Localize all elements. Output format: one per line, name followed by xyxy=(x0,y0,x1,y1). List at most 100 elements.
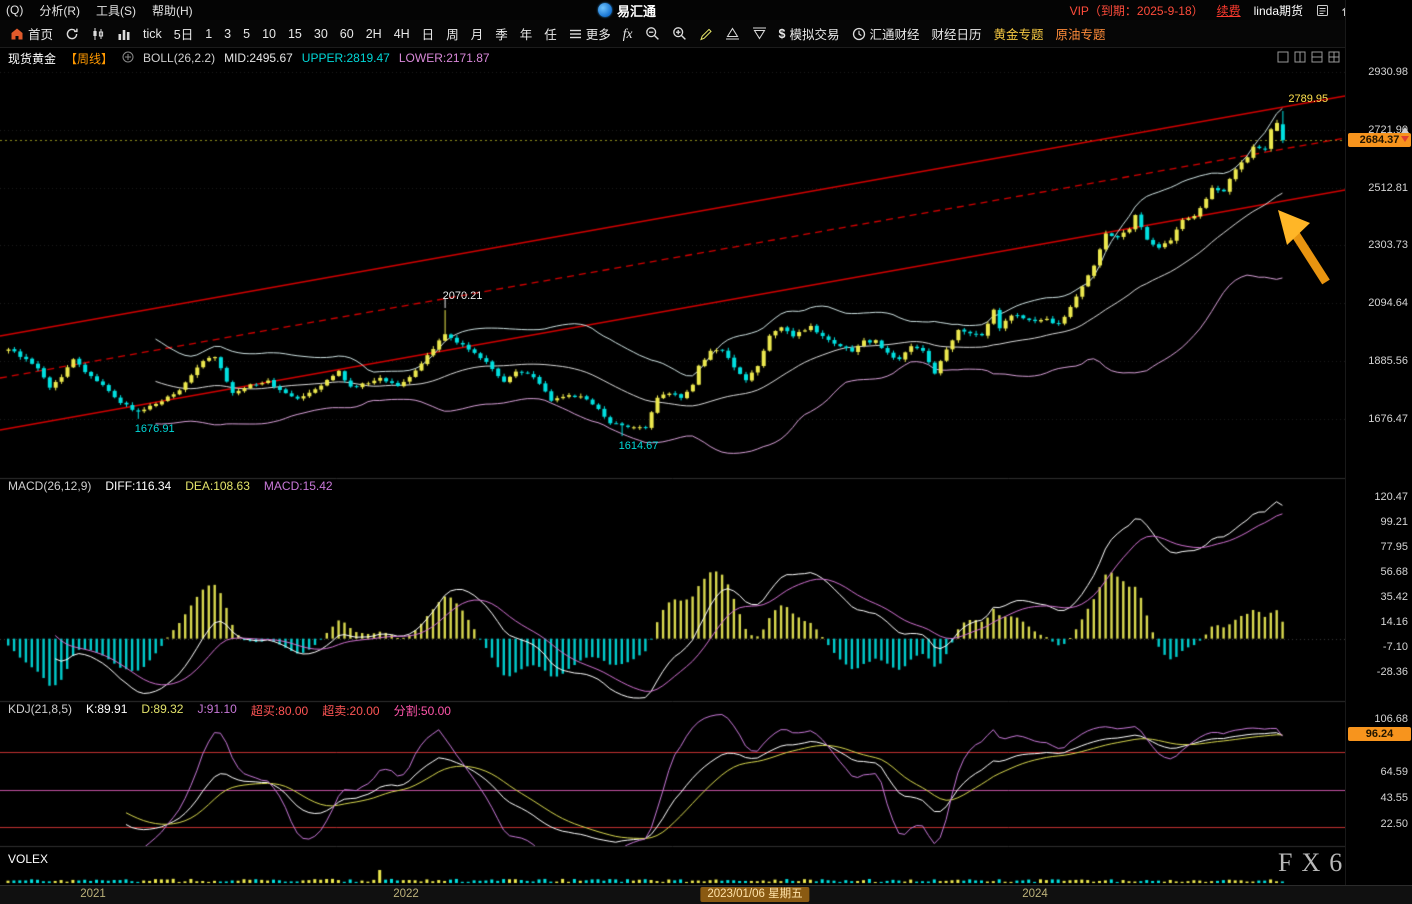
period-5[interactable]: 5 xyxy=(237,27,256,41)
candlestick-chart-button[interactable] xyxy=(85,27,111,41)
menu-item-2[interactable]: 工具(S) xyxy=(96,2,136,19)
layout-grid-icon[interactable] xyxy=(1328,51,1340,66)
macd-axis-label: -28.36 xyxy=(1377,666,1408,679)
highlight-arrow xyxy=(1268,206,1340,294)
boll-label: BOLL(26,2.2) xyxy=(143,51,215,65)
app-title: 易汇通 xyxy=(617,1,656,20)
time-axis[interactable]: 2021 2022 2024 2023/01/06 星期五 xyxy=(0,885,1412,904)
period-3[interactable]: 3 xyxy=(218,27,237,41)
main-toolbar: 首页 tick 5日 13510153060 2H4H 日周月季年任 更多 fx… xyxy=(0,20,1412,48)
main-axis-label: 2930.98 xyxy=(1368,66,1408,79)
calendar-button[interactable]: 财经日历 xyxy=(926,24,988,43)
fx-button[interactable]: fx xyxy=(617,26,639,42)
axis-scroll-down-icon[interactable] xyxy=(1401,136,1409,142)
axis-scroll-up-icon[interactable] xyxy=(1401,127,1409,133)
zoom-in-icon xyxy=(672,26,687,41)
year-label: 2021 xyxy=(80,888,106,900)
triangle-up-tool-icon xyxy=(725,26,740,41)
boll-upper-value: UPPER:2819.47 xyxy=(302,51,390,65)
app-logo-icon xyxy=(598,3,612,17)
macd-axis-label: 14.16 xyxy=(1380,616,1408,629)
period-2H[interactable]: 2H xyxy=(360,27,388,41)
price-chart-canvas[interactable] xyxy=(0,68,1345,885)
refresh-button[interactable] xyxy=(59,27,85,41)
main-axis-label: 2512.81 xyxy=(1368,182,1408,195)
candlestick-chart-icon xyxy=(91,27,105,41)
period-cn-日[interactable]: 日 xyxy=(416,24,441,43)
period-60[interactable]: 60 xyxy=(334,27,360,41)
account-name: linda期货 xyxy=(1254,2,1303,19)
macd-axis-label: 56.68 xyxy=(1380,566,1408,579)
vip-status: VIP（到期：2025-9-18） xyxy=(1070,2,1204,19)
layout-split-horizontal-icon[interactable] xyxy=(1311,51,1323,66)
period-cn-年[interactable]: 年 xyxy=(514,24,539,43)
main-axis-label: 1885.56 xyxy=(1368,355,1408,368)
add-indicator-icon[interactable] xyxy=(122,51,134,66)
zoom-out-button[interactable] xyxy=(639,26,666,41)
trendline-up-tool-button[interactable] xyxy=(719,26,746,41)
hamburger-icon xyxy=(569,28,582,40)
price-axis[interactable]: 2930.982721.902512.812303.732094.641885.… xyxy=(1345,0,1412,903)
triangle-down-tool-icon xyxy=(752,26,767,41)
window-layout-buttons xyxy=(1277,51,1340,66)
period-1[interactable]: 1 xyxy=(199,27,218,41)
year-label: 2022 xyxy=(393,888,419,900)
main-axis-label: 2094.64 xyxy=(1368,297,1408,310)
macd-axis-label: 99.21 xyxy=(1380,516,1408,529)
menu-item-3[interactable]: 帮助(H) xyxy=(152,2,193,19)
period-cn-周[interactable]: 周 xyxy=(440,24,465,43)
sim-trading-button[interactable]: $ 模拟交易 xyxy=(773,24,846,43)
menu-bar: (Q) 分析(R) 工具(S) 帮助(H) xyxy=(0,2,209,19)
gold-topic-button[interactable]: 黄金专题 xyxy=(988,24,1050,43)
period-cn-季[interactable]: 季 xyxy=(489,24,514,43)
news-icon[interactable] xyxy=(1316,4,1329,17)
macd-axis-label: 120.47 xyxy=(1374,491,1408,504)
menu-item-0[interactable]: (Q) xyxy=(6,3,23,17)
period-4H[interactable]: 4H xyxy=(388,27,416,41)
period-10[interactable]: 10 xyxy=(256,27,282,41)
zoom-in-button[interactable] xyxy=(666,26,693,41)
boll-lower-value: LOWER:2171.87 xyxy=(399,51,490,65)
home-house-icon xyxy=(10,27,24,41)
renew-link[interactable]: 续费 xyxy=(1217,2,1241,19)
boll-mid-value: MID:2495.67 xyxy=(224,51,293,65)
titlebar: (Q) 分析(R) 工具(S) 帮助(H) 易汇通 VIP（到期：2025-9-18）… xyxy=(0,0,1412,21)
draw-pencil-button[interactable] xyxy=(693,27,719,41)
period-5d-button[interactable]: 5日 xyxy=(168,24,199,43)
chart-header: 现货黄金 【周线】 BOLL(26,2.2) MID:2495.67 UPPER… xyxy=(0,48,1412,68)
year-label: 2024 xyxy=(1022,888,1048,900)
kdj-axis-label: 22.50 xyxy=(1380,818,1408,831)
pencil-icon xyxy=(699,27,713,41)
clock-icon xyxy=(852,27,866,41)
more-button[interactable]: 更多 xyxy=(563,24,617,43)
selected-date-label: 2023/01/06 星期五 xyxy=(700,887,809,902)
menu-item-1[interactable]: 分析(R) xyxy=(39,2,80,19)
period-15[interactable]: 15 xyxy=(282,27,308,41)
oil-topic-button[interactable]: 原油专题 xyxy=(1050,24,1112,43)
layout-split-vertical-icon[interactable] xyxy=(1294,51,1306,66)
main-axis-label: 1676.47 xyxy=(1368,413,1408,426)
bar-chart-button[interactable] xyxy=(111,27,137,41)
period-cn-任[interactable]: 任 xyxy=(538,24,563,43)
period-cn-月[interactable]: 月 xyxy=(465,24,490,43)
kdj-current-tag: 96.24 xyxy=(1348,727,1411,741)
period-30[interactable]: 30 xyxy=(308,27,334,41)
main-axis-label: 2303.73 xyxy=(1368,239,1408,252)
bar-chart-icon xyxy=(117,27,131,41)
dollar-icon: $ xyxy=(779,27,786,41)
trendline-down-tool-button[interactable] xyxy=(746,26,773,41)
symbol-name: 现货黄金 xyxy=(8,50,56,67)
home-button[interactable]: 首页 xyxy=(4,24,59,43)
chart-area: MACD(26,12,9) DIFF:116.34 DEA:108.63 MAC… xyxy=(0,68,1345,885)
huitong-news-button[interactable]: 汇通财经 xyxy=(846,24,926,43)
kdj-axis-label: 106.68 xyxy=(1374,713,1408,726)
macd-axis-label: -7.10 xyxy=(1383,641,1408,654)
layout-single-icon[interactable] xyxy=(1277,51,1289,66)
zoom-out-icon xyxy=(645,26,660,41)
kdj-axis-label: 64.59 xyxy=(1380,766,1408,779)
refresh-icon xyxy=(65,27,79,41)
tick-button[interactable]: tick xyxy=(137,27,168,41)
period-tag: 【周线】 xyxy=(65,50,113,67)
macd-axis-label: 35.42 xyxy=(1380,591,1408,604)
kdj-axis-label: 43.55 xyxy=(1380,792,1408,805)
